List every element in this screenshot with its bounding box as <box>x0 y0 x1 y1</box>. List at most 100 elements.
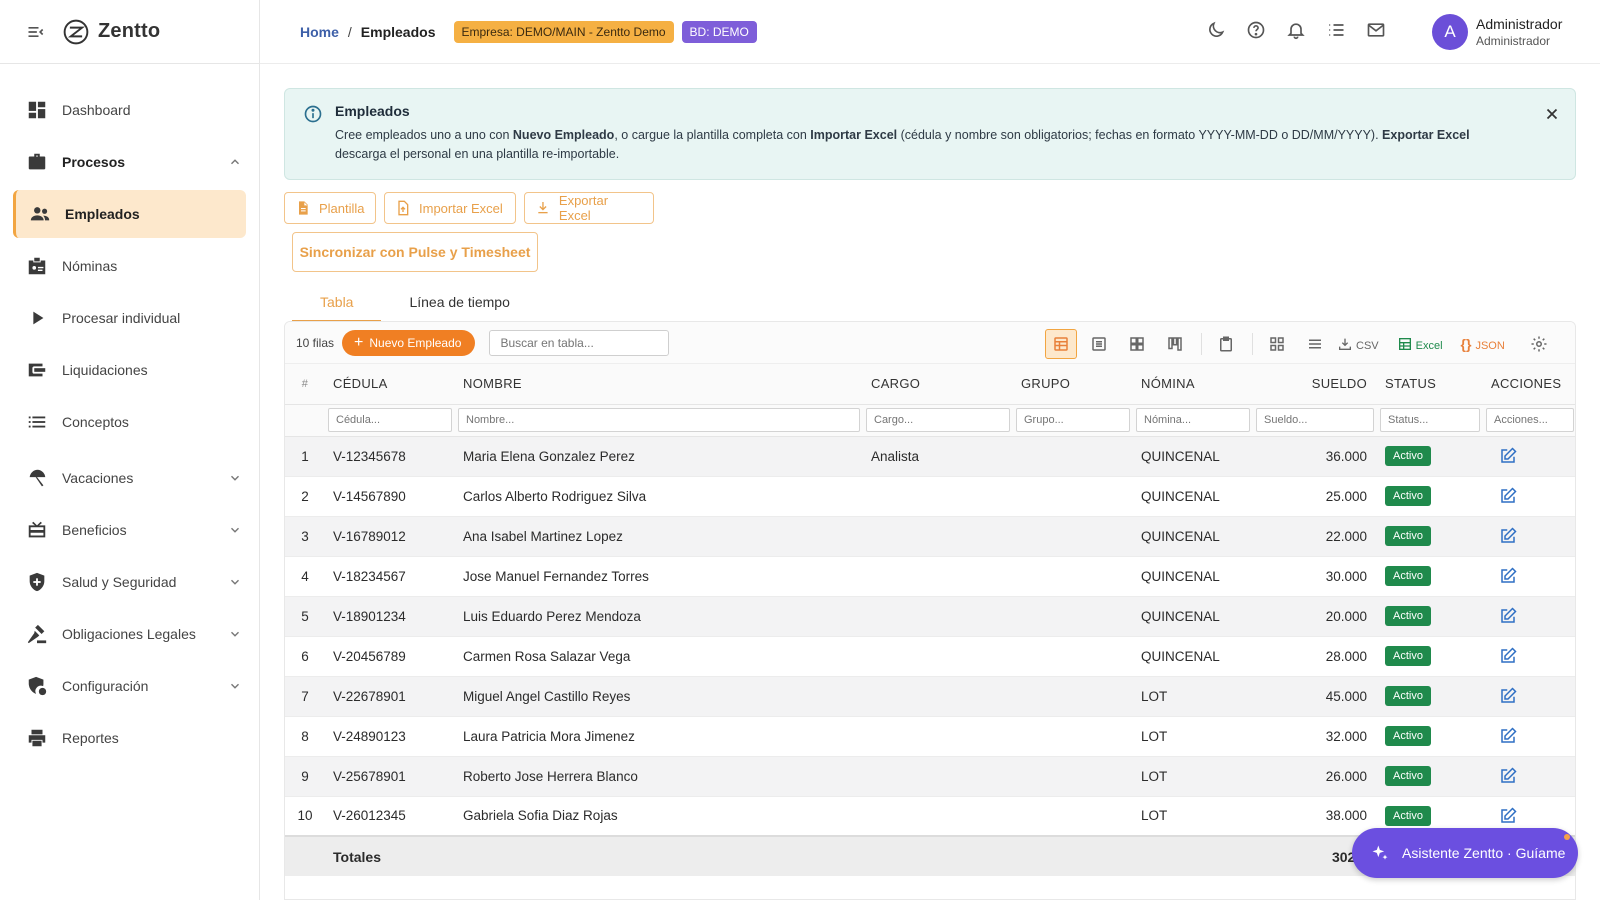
close-icon[interactable] <box>1543 105 1561 123</box>
cell-cargo <box>863 556 1013 597</box>
filter-nombre-input[interactable] <box>458 408 860 432</box>
table-row[interactable]: 9 V-25678901 Roberto Jose Herrera Blanco… <box>285 756 1575 797</box>
sidebar-item-salud-seguridad[interactable]: Salud y Seguridad <box>13 558 246 606</box>
sidebar-item-procesar-individual[interactable]: Procesar individual <box>13 294 246 342</box>
filter-grupo-input[interactable] <box>1016 408 1130 432</box>
status-badge: Activo <box>1385 766 1431 786</box>
sidebar-item-reportes[interactable]: Reportes <box>13 714 246 762</box>
sidebar-item-conceptos[interactable]: Conceptos <box>13 398 246 446</box>
edit-icon[interactable] <box>1499 527 1517 545</box>
export-excel-button[interactable]: Excel <box>1397 336 1443 352</box>
grid-settings-button[interactable] <box>1523 329 1555 359</box>
density-button[interactable] <box>1299 329 1331 359</box>
edit-icon[interactable] <box>1499 567 1517 585</box>
nuevo-empleado-button[interactable]: + Nuevo Empleado <box>342 329 476 356</box>
filter-nomina-input[interactable] <box>1136 408 1250 432</box>
avatar[interactable]: A <box>1432 14 1468 50</box>
plantilla-button[interactable]: Plantilla <box>284 192 376 224</box>
edit-icon[interactable] <box>1499 607 1517 625</box>
col-header-cedula[interactable]: CÉDULA <box>325 364 455 405</box>
importar-excel-button[interactable]: Importar Excel <box>384 192 516 224</box>
sidebar-item-nominas[interactable]: Nóminas <box>13 242 246 290</box>
task-list-icon[interactable] <box>1326 20 1346 40</box>
admin-shield-gear-icon <box>28 676 47 696</box>
dark-mode-moon-icon[interactable] <box>1206 20 1226 40</box>
edit-icon[interactable] <box>1499 687 1517 705</box>
mail-icon[interactable] <box>1366 20 1386 40</box>
sidebar-item-procesos[interactable]: Procesos <box>13 138 246 186</box>
edit-icon[interactable] <box>1499 767 1517 785</box>
list-view-button[interactable] <box>1083 329 1115 359</box>
sidebar-item-empleados[interactable]: Empleados <box>13 190 246 238</box>
col-header-acciones[interactable]: ACCIONES <box>1483 364 1575 405</box>
table-row[interactable]: 4 V-18234567 Jose Manuel Fernandez Torre… <box>285 556 1575 597</box>
edit-icon[interactable] <box>1499 647 1517 665</box>
kanban-view-button[interactable] <box>1159 329 1191 359</box>
cards-view-button[interactable] <box>1121 329 1153 359</box>
cell-nomina: QUINCENAL <box>1133 596 1253 637</box>
user-menu[interactable]: A Administrador Administrador <box>1432 14 1562 50</box>
edit-icon[interactable] <box>1499 727 1517 745</box>
sidebar-item-vacaciones[interactable]: Vacaciones <box>13 454 246 502</box>
sync-pulse-timesheet-button[interactable]: Sincronizar con Pulse y Timesheet <box>292 232 538 272</box>
nuevo-empleado-label: Nuevo Empleado <box>369 335 462 350</box>
clipboard-button[interactable] <box>1210 329 1242 359</box>
empresa-badge[interactable]: Empresa: DEMO/MAIN - Zentto Demo <box>453 20 674 43</box>
col-header-sueldo[interactable]: SUELDO <box>1253 364 1377 405</box>
sidebar-item-beneficios[interactable]: Beneficios <box>13 506 246 554</box>
col-header-grupo[interactable]: GRUPO <box>1013 364 1133 405</box>
col-header-nomina[interactable]: NÓMINA <box>1133 364 1253 405</box>
cell-grupo <box>1013 436 1133 477</box>
filter-acciones-input[interactable] <box>1486 408 1574 432</box>
group-button[interactable] <box>1261 329 1293 359</box>
row-number: 3 <box>285 516 325 557</box>
notifications-bell-icon[interactable] <box>1286 20 1306 40</box>
sidebar-item-liquidaciones[interactable]: Liquidaciones <box>13 346 246 394</box>
gavel-icon <box>27 624 47 644</box>
table-search-input[interactable] <box>489 329 670 356</box>
edit-icon[interactable] <box>1499 447 1517 465</box>
info-alert: Empleados Cree empleados uno a uno con N… <box>284 88 1576 180</box>
cell-nombre: Laura Patricia Mora Jimenez <box>455 716 863 757</box>
col-header-cargo[interactable]: CARGO <box>863 364 1013 405</box>
sidebar-item-configuracion[interactable]: Configuración <box>13 662 246 710</box>
edit-icon[interactable] <box>1499 807 1517 825</box>
export-json-button[interactable]: {} JSON <box>1461 336 1505 352</box>
table-row[interactable]: 7 V-22678901 Miguel Angel Castillo Reyes… <box>285 676 1575 717</box>
table-row[interactable]: 6 V-20456789 Carmen Rosa Salazar Vega QU… <box>285 636 1575 677</box>
edit-icon[interactable] <box>1499 487 1517 505</box>
grid-toolbar: 10 filas + Nuevo Empleado CSV Excel {}JSO… <box>285 322 1575 364</box>
col-header-status[interactable]: STATUS <box>1377 364 1483 405</box>
table-row[interactable]: 1 V-12345678 Maria Elena Gonzalez Perez … <box>285 436 1575 477</box>
col-header-nombre[interactable]: NOMBRE <box>455 364 863 405</box>
filter-cargo-input[interactable] <box>866 408 1010 432</box>
sidebar-item-label: Procesar individual <box>62 310 181 326</box>
export-csv-button[interactable]: CSV <box>1337 336 1379 352</box>
sidebar-item-label: Dashboard <box>62 102 131 118</box>
exportar-excel-button[interactable]: Exportar Excel <box>524 192 654 224</box>
clipboard-icon <box>1220 336 1232 352</box>
sidebar-item-obligaciones-legales[interactable]: Obligaciones Legales <box>13 610 246 658</box>
sidebar-item-label: Beneficios <box>62 522 127 538</box>
col-header-num[interactable]: # <box>285 364 325 405</box>
help-icon[interactable] <box>1246 20 1266 40</box>
filter-status-input[interactable] <box>1380 408 1480 432</box>
table-row[interactable]: 3 V-16789012 Ana Isabel Martinez Lopez Q… <box>285 516 1575 557</box>
cell-nombre: Luis Eduardo Perez Mendoza <box>455 596 863 637</box>
table-row[interactable]: 2 V-14567890 Carlos Alberto Rodriguez Si… <box>285 476 1575 517</box>
tab-tabla[interactable]: Tabla <box>292 284 382 322</box>
assistant-button[interactable]: Asistente Zentto · Guíame <box>1352 828 1578 878</box>
table-row[interactable]: 8 V-24890123 Laura Patricia Mora Jimenez… <box>285 716 1575 757</box>
collapse-menu-icon[interactable] <box>26 22 46 42</box>
sidebar-item-dashboard[interactable]: Dashboard <box>13 86 246 134</box>
importar-excel-label: Importar Excel <box>419 200 503 216</box>
tab-linea-de-tiempo[interactable]: Línea de tiempo <box>381 284 537 322</box>
table-row[interactable]: 5 V-18901234 Luis Eduardo Perez Mendoza … <box>285 596 1575 637</box>
filter-cedula-input[interactable] <box>328 408 452 432</box>
database-badge[interactable]: BD: DEMO <box>681 20 757 43</box>
cell-sueldo: 36.000 <box>1253 436 1377 477</box>
employees-grid: 10 filas + Nuevo Empleado CSV Excel {}JSO… <box>284 321 1576 900</box>
breadcrumb-home[interactable]: Home <box>300 24 339 40</box>
table-view-button[interactable] <box>1045 329 1077 359</box>
filter-sueldo-input[interactable] <box>1256 408 1374 432</box>
